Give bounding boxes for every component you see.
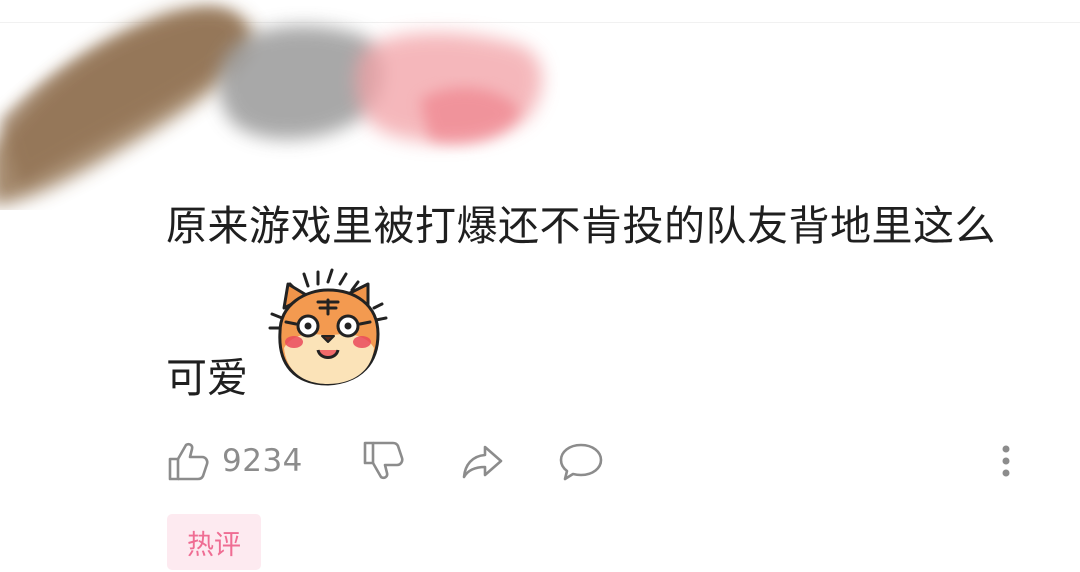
redaction-smudge [0,7,543,205]
comment-actions: 9234 [0,430,1080,490]
like-button[interactable]: 9234 [164,436,324,486]
speech-bubble-icon [559,443,603,481]
hot-comment-badge: 热评 [167,514,261,570]
comment-body: 原来游戏里被打爆还不肯投的队友背地里这么 [166,202,996,250]
share-button[interactable] [458,436,508,486]
tiger-face-icon [268,268,388,386]
reply-button[interactable] [556,436,606,486]
share-arrow-icon [462,445,503,479]
vertical-ellipsis-icon [1002,445,1010,477]
comment-body-continued: 可爱 [166,354,248,402]
like-count: 9234 [222,443,303,479]
comment-card: 原来游戏里被打爆还不肯投的队友背地里这么 可爱 9234 热评 [0,0,1080,572]
dislike-button[interactable] [358,436,408,486]
thumbs-up-icon [168,442,209,481]
thumbs-down-icon [363,441,404,480]
more-options-button[interactable] [982,436,1030,486]
